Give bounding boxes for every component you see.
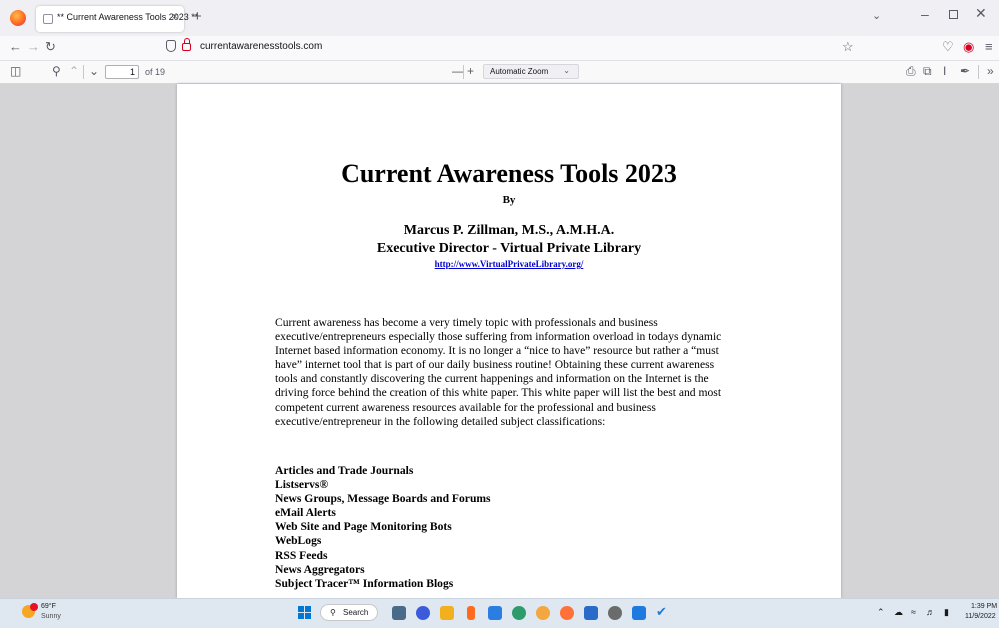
topic-list: Articles and Trade Journals Listservs® N… [275, 464, 735, 591]
sidebar-toggle-icon[interactable]: ◫ [10, 64, 21, 78]
clock-date[interactable]: 11/9/2022 [965, 613, 996, 620]
firefox-view-icon[interactable] [10, 10, 26, 26]
document-link[interactable]: http://www.VirtualPrivateLibrary.org/ [177, 259, 841, 269]
weather-temp[interactable]: 69°F [41, 603, 56, 610]
page-number-input[interactable]: 1 [105, 65, 139, 79]
maximize-button[interactable] [949, 10, 958, 19]
taskbar: 69°F Sunny ⚲ Search ✔ ⌃ ☁ ≈ ♬ ▮ 1:39 PM … [0, 598, 999, 628]
print-icon[interactable]: ⎙ [906, 64, 916, 78]
calendar-icon[interactable] [584, 606, 598, 620]
office-icon[interactable] [467, 606, 475, 620]
weather-desc[interactable]: Sunny [41, 613, 61, 620]
list-item: Articles and Trade Journals [275, 464, 414, 477]
document-body: Current awareness has become a very time… [275, 316, 722, 428]
weather-badge [30, 603, 38, 611]
toolbar-divider [463, 65, 464, 79]
list-item: Web Site and Page Monitoring Bots [275, 520, 452, 534]
document-role: Executive Director - Virtual Private Lib… [376, 241, 642, 256]
previous-page-icon[interactable]: ⌃ [69, 64, 79, 78]
more-tools-icon[interactable]: » [987, 64, 994, 78]
page-count: of 19 [145, 67, 166, 77]
list-item: RSS Feeds [275, 548, 328, 562]
document-author: Marcus P. Zillman, M.S., A.M.H.A. [403, 223, 615, 238]
chevron-down-icon: ⌄ [563, 66, 570, 75]
address-bar[interactable]: currentawarenesstools.com [160, 38, 860, 57]
dell-icon[interactable] [608, 606, 622, 620]
file-explorer-icon[interactable] [440, 606, 454, 620]
list-item: News Groups, Message Boards and Forums [275, 492, 491, 506]
list-all-tabs-icon[interactable]: ⌄ [872, 9, 881, 22]
photos-icon[interactable] [632, 606, 646, 620]
forward-arrow-icon[interactable]: → [27, 40, 40, 54]
firefox-icon[interactable] [560, 606, 574, 620]
back-arrow-icon[interactable]: ← [9, 40, 22, 54]
extension-icon[interactable]: ◉ [963, 40, 974, 54]
tab-strip: ** Current Awareness Tools 2023 ** × + ⌄… [0, 0, 999, 36]
draw-tool-icon[interactable]: ✒ [960, 64, 970, 78]
bookmark-star-icon[interactable]: ☆ [842, 39, 854, 55]
list-item: News Aggregators [275, 562, 365, 576]
document-title: Current Awareness Tools 2023 [341, 159, 677, 188]
zoom-value: Automatic Zoom [490, 67, 549, 76]
minimize-button[interactable]: – [921, 6, 929, 22]
onedrive-cloud-icon[interactable]: ☁ [894, 607, 903, 618]
save-icon[interactable]: ⧉ [923, 64, 932, 78]
reload-icon[interactable]: ↻ [45, 40, 56, 54]
tracking-shield-icon[interactable] [166, 40, 176, 52]
list-item: Listservs® [275, 478, 329, 492]
chat-icon[interactable] [416, 606, 430, 620]
todo-check-icon[interactable]: ✔ [656, 604, 670, 619]
next-page-icon[interactable]: ⌄ [89, 64, 99, 78]
url-text[interactable]: currentawarenesstools.com [200, 41, 322, 52]
toolbar-divider [83, 65, 84, 79]
task-view-icon[interactable] [392, 606, 406, 620]
pdf-toolbar: ◫ ⚲ ⌃ ⌄ 1 of 19 — + Automatic Zoom ⌄ ⎙ ⧉… [0, 61, 999, 84]
navigation-bar: ← → ↻ currentawarenesstools.com ☆ ♡ ◉ ≡ [0, 36, 999, 61]
pocket-icon[interactable]: ♡ [942, 40, 954, 54]
find-icon[interactable]: ⚲ [52, 64, 61, 78]
windows-start-icon[interactable] [298, 606, 311, 619]
store-icon[interactable] [488, 606, 502, 620]
chrome-icon[interactable] [536, 606, 550, 620]
list-item: eMail Alerts [275, 506, 336, 520]
pdf-viewer[interactable]: Current Awareness Tools 2023 By Marcus P… [0, 84, 999, 598]
show-hidden-icons-chevron-icon[interactable]: ⌃ [877, 607, 885, 618]
wifi-icon[interactable]: ≈ [911, 607, 916, 617]
zoom-in-button[interactable]: + [467, 64, 474, 78]
list-item: Subject Tracer™ Information Blogs [275, 576, 454, 590]
volume-icon[interactable]: ♬ [926, 607, 935, 617]
close-window-button[interactable]: ✕ [975, 5, 987, 22]
taskbar-search[interactable]: ⚲ Search [320, 604, 378, 621]
tab-current[interactable]: ** Current Awareness Tools 2023 ** × [36, 6, 198, 32]
search-label: Search [343, 608, 369, 617]
menu-icon[interactable]: ≡ [985, 40, 993, 54]
edge-icon[interactable] [512, 606, 526, 620]
insecure-lock-icon[interactable] [182, 38, 191, 51]
new-tab-button[interactable]: + [193, 8, 202, 25]
battery-icon[interactable]: ▮ [944, 607, 949, 618]
zoom-select[interactable]: Automatic Zoom ⌄ [483, 64, 579, 79]
toolbar-divider [978, 65, 979, 79]
clock-time[interactable]: 1:39 PM [971, 603, 997, 610]
tab-close-button[interactable]: × [172, 11, 178, 23]
pdf-page: Current Awareness Tools 2023 By Marcus P… [177, 84, 841, 598]
list-item: WebLogs [275, 534, 322, 548]
text-tool-icon[interactable]: I [943, 64, 946, 78]
document-by: By [502, 194, 516, 206]
search-icon: ⚲ [330, 608, 336, 617]
page-favicon-icon [43, 14, 53, 24]
